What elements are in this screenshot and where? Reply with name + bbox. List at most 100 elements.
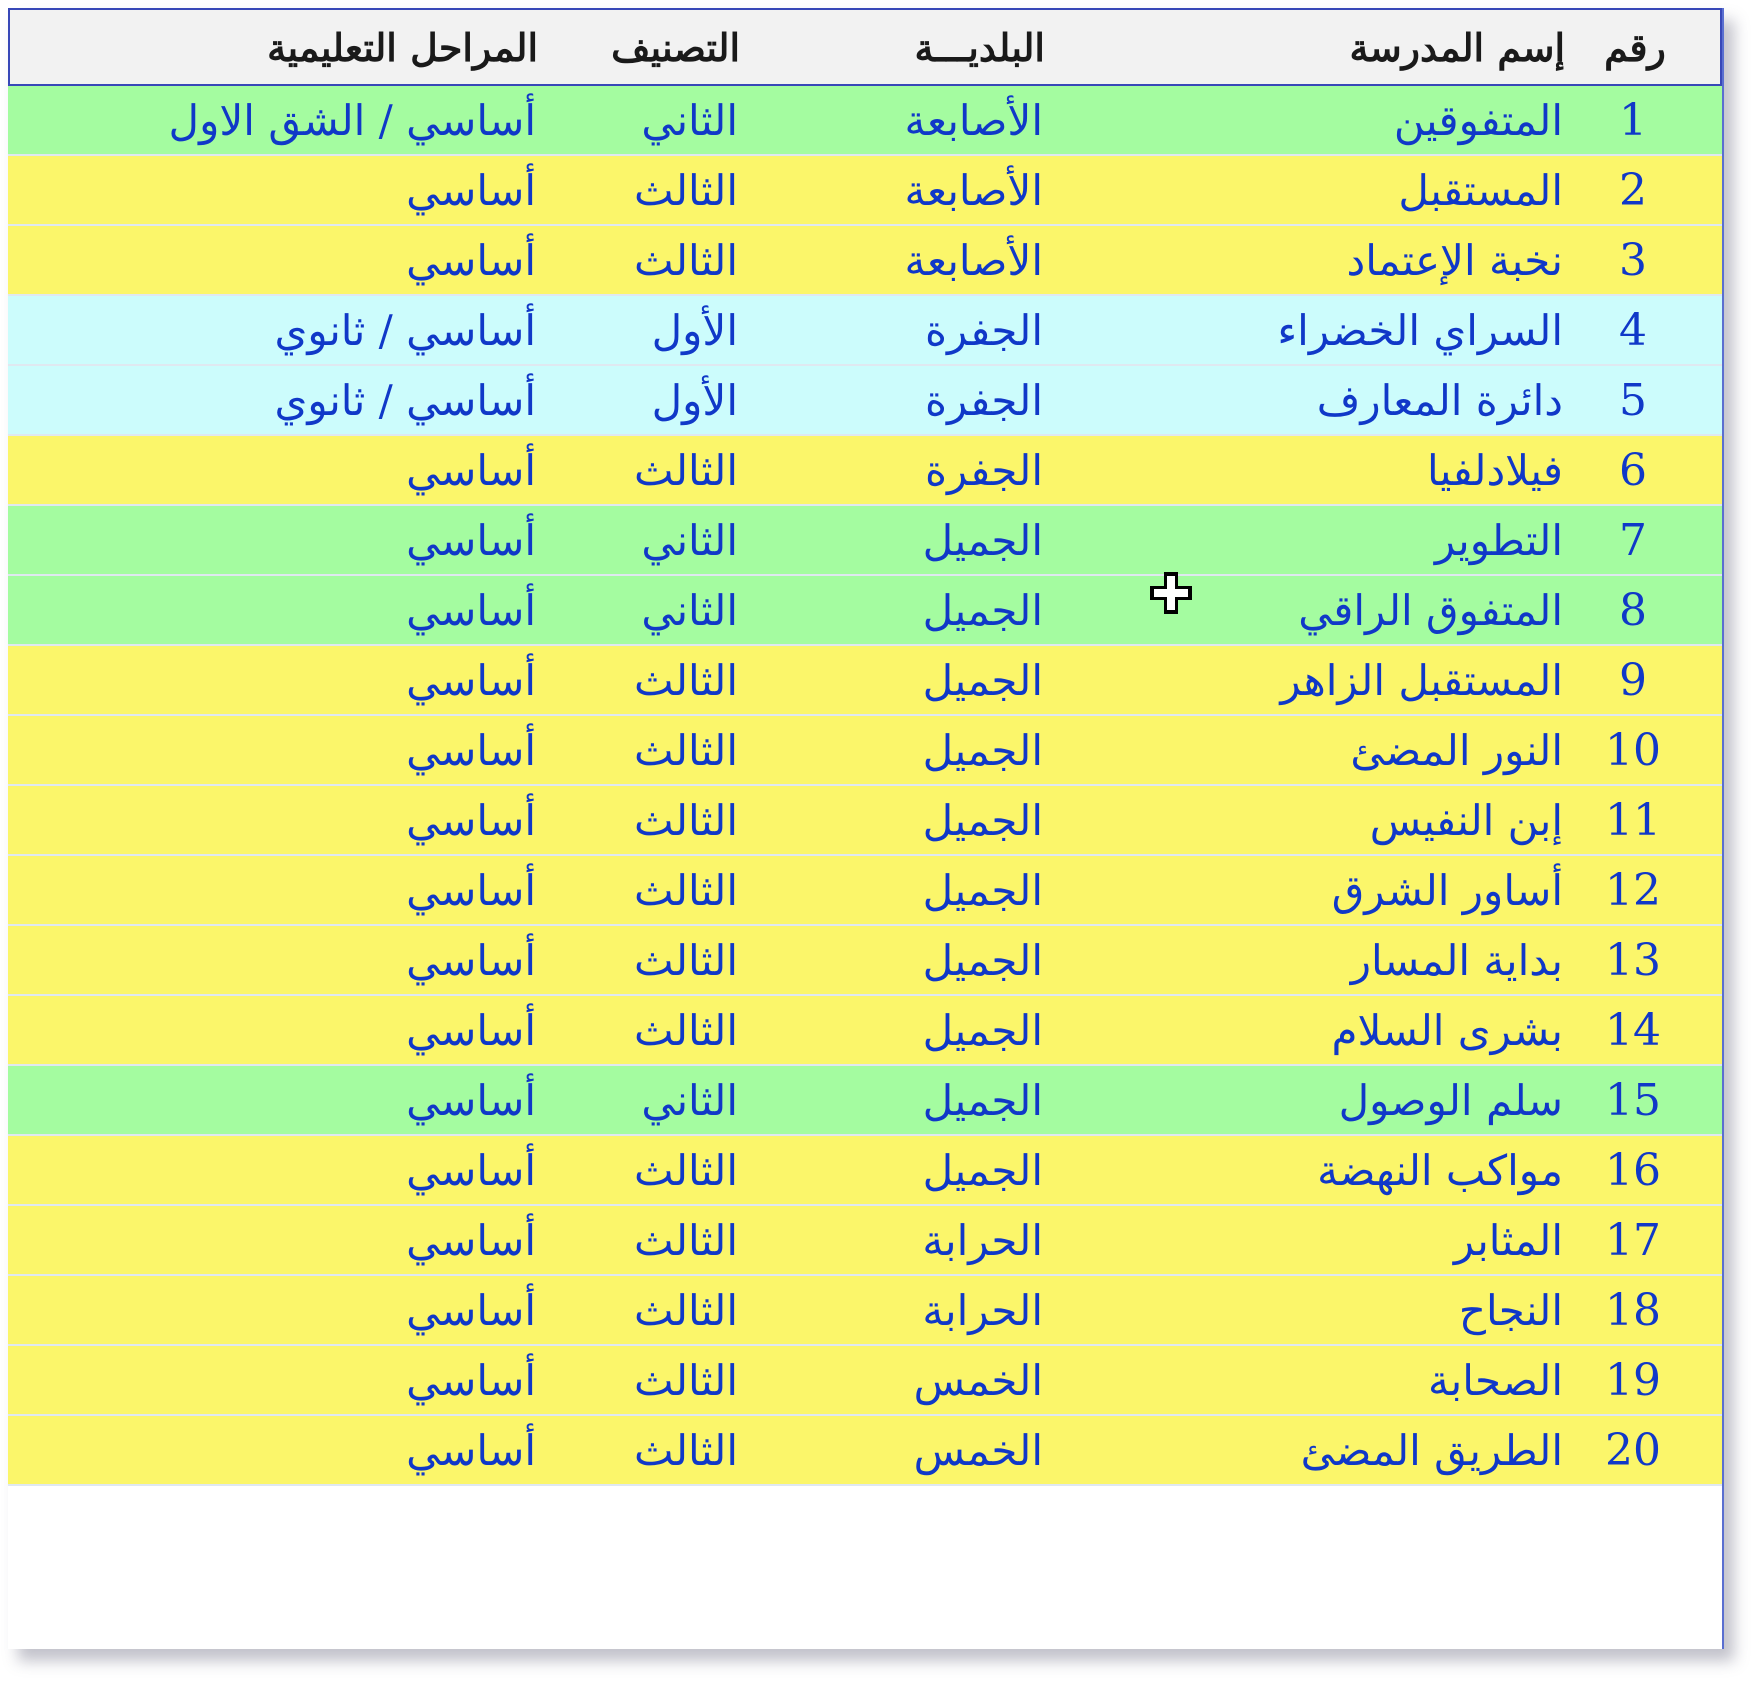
cell-municipality[interactable]: الجفرة: [808, 436, 1043, 504]
cell-municipality[interactable]: الجفرة: [808, 366, 1043, 434]
cell-stages[interactable]: أساسي: [108, 1416, 536, 1484]
cell-classification[interactable]: الثالث: [548, 1346, 738, 1414]
cell-municipality[interactable]: الجميل: [808, 1066, 1043, 1134]
cell-stages[interactable]: أساسي: [108, 156, 536, 224]
cell-stages[interactable]: أساسي: [108, 576, 536, 644]
cell-stages[interactable]: أساسي: [108, 1346, 536, 1414]
cell-classification[interactable]: الثالث: [548, 1136, 738, 1204]
cell-stages[interactable]: أساسي / ثانوي: [108, 366, 536, 434]
cell-school-name[interactable]: أساور الشرق: [1068, 856, 1563, 924]
cell-num[interactable]: 13: [1588, 926, 1678, 994]
table-row[interactable]: 17 المثابر الحرابة الثالث أساسي: [8, 1206, 1722, 1276]
cell-school-name[interactable]: المثابر: [1068, 1206, 1563, 1274]
cell-num[interactable]: 10: [1588, 716, 1678, 784]
cell-num[interactable]: 1: [1588, 86, 1678, 154]
cell-municipality[interactable]: الأصابعة: [808, 226, 1043, 294]
cell-num[interactable]: 18: [1588, 1276, 1678, 1344]
cell-classification[interactable]: الثالث: [548, 1416, 738, 1484]
cell-num[interactable]: 3: [1588, 226, 1678, 294]
cell-school-name[interactable]: المتفوقين: [1068, 86, 1563, 154]
table-row[interactable]: 19 الصحابة الخمس الثالث أساسي: [8, 1346, 1722, 1416]
cell-school-name[interactable]: المتفوق الراقي: [1068, 576, 1563, 644]
table-row[interactable]: 5 دائرة المعارف الجفرة الأول أساسي / ثانوي: [8, 366, 1722, 436]
cell-school-name[interactable]: النور المضئ: [1068, 716, 1563, 784]
cell-classification[interactable]: الثالث: [548, 1206, 738, 1274]
cell-num[interactable]: 6: [1588, 436, 1678, 504]
cell-stages[interactable]: أساسي / ثانوي: [108, 296, 536, 364]
cell-school-name[interactable]: فيلادلفيا: [1068, 436, 1563, 504]
cell-classification[interactable]: الثالث: [548, 996, 738, 1064]
header-num[interactable]: رقم: [1590, 10, 1680, 84]
table-row[interactable]: 1 المتفوقين الأصابعة الثاني أساسي / الشق الا…: [8, 86, 1722, 156]
cell-school-name[interactable]: النجاح: [1068, 1276, 1563, 1344]
cell-stages[interactable]: أساسي: [108, 436, 536, 504]
cell-num[interactable]: 8: [1588, 576, 1678, 644]
cell-stages[interactable]: أساسي: [108, 1206, 536, 1274]
cell-classification[interactable]: الثاني: [548, 576, 738, 644]
cell-stages[interactable]: أساسي: [108, 926, 536, 994]
cell-num[interactable]: 11: [1588, 786, 1678, 854]
cell-school-name[interactable]: دائرة المعارف: [1068, 366, 1563, 434]
cell-num[interactable]: 4: [1588, 296, 1678, 364]
cell-municipality[interactable]: الجميل: [808, 786, 1043, 854]
cell-school-name[interactable]: السراي الخضراء: [1068, 296, 1563, 364]
header-classification[interactable]: التصنيف: [550, 10, 740, 84]
cell-municipality[interactable]: الحرابة: [808, 1206, 1043, 1274]
table-row[interactable]: 20 الطريق المضئ الخمس الثالث أساسي: [8, 1416, 1722, 1486]
cell-classification[interactable]: الثاني: [548, 1066, 738, 1134]
table-row[interactable]: 6 فيلادلفيا الجفرة الثالث أساسي: [8, 436, 1722, 506]
cell-classification[interactable]: الثالث: [548, 716, 738, 784]
cell-stages[interactable]: أساسي: [108, 1066, 536, 1134]
table-row[interactable]: 15 سلم الوصول الجميل الثاني أساسي: [8, 1066, 1722, 1136]
cell-stages[interactable]: أساسي: [108, 786, 536, 854]
cell-municipality[interactable]: الجفرة: [808, 296, 1043, 364]
cell-school-name[interactable]: الطريق المضئ: [1068, 1416, 1563, 1484]
table-row[interactable]: 8 المتفوق الراقي الجميل الثاني أساسي: [8, 576, 1722, 646]
table-row[interactable]: 13 بداية المسار الجميل الثالث أساسي: [8, 926, 1722, 996]
cell-num[interactable]: 16: [1588, 1136, 1678, 1204]
cell-num[interactable]: 15: [1588, 1066, 1678, 1134]
cell-stages[interactable]: أساسي: [108, 716, 536, 784]
cell-municipality[interactable]: الجميل: [808, 926, 1043, 994]
cell-num[interactable]: 5: [1588, 366, 1678, 434]
header-stages[interactable]: المراحل التعليمية: [110, 10, 538, 84]
cell-stages[interactable]: أساسي: [108, 646, 536, 714]
cell-school-name[interactable]: المستقبل: [1068, 156, 1563, 224]
cell-classification[interactable]: الثالث: [548, 926, 738, 994]
header-municipality[interactable]: البلديـــة: [810, 10, 1045, 84]
cell-num[interactable]: 17: [1588, 1206, 1678, 1274]
cell-school-name[interactable]: التطوير: [1068, 506, 1563, 574]
cell-school-name[interactable]: المستقبل الزاهر: [1068, 646, 1563, 714]
cell-stages[interactable]: أساسي: [108, 1136, 536, 1204]
cell-school-name[interactable]: نخبة الإعتماد: [1068, 226, 1563, 294]
cell-stages[interactable]: أساسي: [108, 226, 536, 294]
table-row[interactable]: 18 النجاح الحرابة الثالث أساسي: [8, 1276, 1722, 1346]
cell-municipality[interactable]: الجميل: [808, 716, 1043, 784]
cell-classification[interactable]: الأول: [548, 366, 738, 434]
cell-municipality[interactable]: الجميل: [808, 576, 1043, 644]
cell-municipality[interactable]: الأصابعة: [808, 86, 1043, 154]
cell-school-name[interactable]: مواكب النهضة: [1068, 1136, 1563, 1204]
cell-stages[interactable]: أساسي: [108, 996, 536, 1064]
table-row[interactable]: 10 النور المضئ الجميل الثالث أساسي: [8, 716, 1722, 786]
cell-municipality[interactable]: الجميل: [808, 856, 1043, 924]
cell-municipality[interactable]: الجميل: [808, 996, 1043, 1064]
cell-num[interactable]: 9: [1588, 646, 1678, 714]
table-row[interactable]: 16 مواكب النهضة الجميل الثالث أساسي: [8, 1136, 1722, 1206]
cell-school-name[interactable]: الصحابة: [1068, 1346, 1563, 1414]
cell-classification[interactable]: الثالث: [548, 646, 738, 714]
table-row[interactable]: 14 بشرى السلام الجميل الثالث أساسي: [8, 996, 1722, 1066]
cell-school-name[interactable]: إبن النفيس: [1068, 786, 1563, 854]
cell-classification[interactable]: الثالث: [548, 226, 738, 294]
cell-classification[interactable]: الثالث: [548, 786, 738, 854]
cell-stages[interactable]: أساسي: [108, 506, 536, 574]
cell-classification[interactable]: الثالث: [548, 436, 738, 504]
table-row[interactable]: 3 نخبة الإعتماد الأصابعة الثالث أساسي: [8, 226, 1722, 296]
cell-municipality[interactable]: الأصابعة: [808, 156, 1043, 224]
cell-classification[interactable]: الثاني: [548, 86, 738, 154]
cell-stages[interactable]: أساسي / الشق الاول: [108, 86, 536, 154]
cell-school-name[interactable]: بداية المسار: [1068, 926, 1563, 994]
cell-classification[interactable]: الثاني: [548, 506, 738, 574]
cell-municipality[interactable]: الجميل: [808, 646, 1043, 714]
cell-classification[interactable]: الثالث: [548, 1276, 738, 1344]
